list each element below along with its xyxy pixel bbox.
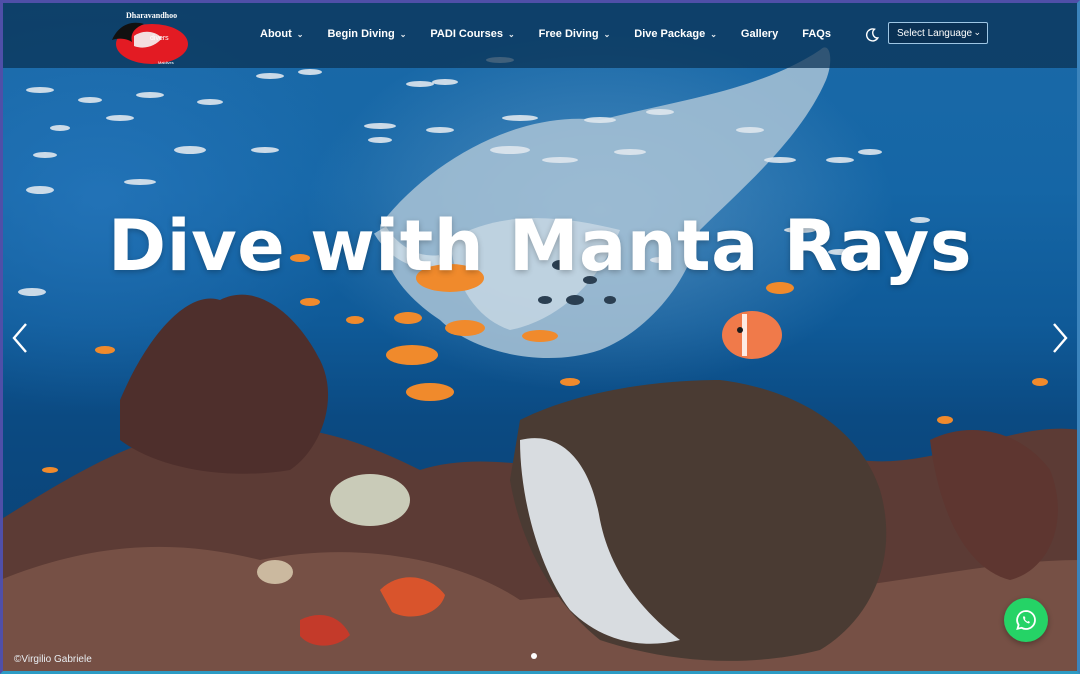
manta-ray-graphic bbox=[373, 47, 831, 359]
logo-bottom-text: Maldives bbox=[158, 60, 174, 65]
slider-prev-button[interactable] bbox=[6, 318, 36, 358]
main-nav: About ⌄ Begin Diving ⌄ PADI Courses ⌄ Fr… bbox=[260, 0, 855, 68]
chevron-down-icon: ⌄ bbox=[603, 29, 611, 39]
photo-credit: ©Virgilio Gabriele bbox=[14, 654, 92, 665]
logo-mid-text: divers bbox=[150, 35, 169, 42]
hero-title: Dive with Manta Rays bbox=[108, 204, 972, 287]
site-logo[interactable]: Dharavandhoo divers Maldives bbox=[104, 8, 196, 66]
nav-label: Dive Package bbox=[634, 28, 706, 40]
logo-top-text: Dharavandhoo bbox=[126, 11, 177, 20]
nav-item-dive-package[interactable]: Dive Package ⌄ bbox=[634, 28, 717, 40]
chevron-down-icon: ⌄ bbox=[710, 29, 717, 39]
nav-item-begin-diving[interactable]: Begin Diving ⌄ bbox=[327, 28, 406, 40]
language-select-label: Select Language bbox=[897, 27, 973, 39]
chevron-down-icon: ⌄ bbox=[399, 29, 407, 39]
slider-next-button[interactable] bbox=[1044, 318, 1074, 358]
nav-label: About bbox=[260, 28, 292, 40]
nav-label: Gallery bbox=[740, 28, 779, 40]
slider-dot-active[interactable] bbox=[531, 653, 537, 659]
nav-item-padi-courses[interactable]: PADI Courses ⌄ bbox=[430, 28, 514, 40]
navbar: Dharavandhoo divers Maldives About ⌄ Beg… bbox=[0, 0, 1080, 68]
nav-item-gallery[interactable]: Gallery bbox=[741, 28, 778, 40]
nav-label: FAQs bbox=[802, 28, 831, 40]
whatsapp-icon bbox=[1016, 610, 1036, 631]
clownfish bbox=[722, 311, 782, 359]
underwater-scene bbox=[0, 47, 1080, 674]
chevron-left-icon bbox=[12, 323, 27, 353]
nav-item-free-diving[interactable]: Free Diving ⌄ bbox=[539, 28, 611, 40]
nav-label: PADI Courses bbox=[430, 28, 503, 40]
moon-icon[interactable] bbox=[864, 27, 880, 43]
language-select[interactable]: Select Language ⌄ bbox=[888, 22, 988, 44]
chevron-down-icon: ⌄ bbox=[296, 29, 304, 39]
hero-slider bbox=[0, 0, 1080, 674]
nav-label: Free Diving bbox=[538, 28, 599, 40]
chevron-right-icon bbox=[1053, 323, 1068, 353]
nav-item-faqs[interactable]: FAQs bbox=[802, 28, 831, 40]
chevron-down-icon: ⌄ bbox=[973, 27, 981, 37]
nav-label: Begin Diving bbox=[327, 28, 395, 40]
logo-graphic: Dharavandhoo divers Maldives bbox=[112, 11, 188, 65]
nav-item-about[interactable]: About ⌄ bbox=[260, 28, 303, 40]
whatsapp-button[interactable] bbox=[1004, 598, 1048, 642]
chevron-down-icon: ⌄ bbox=[507, 29, 515, 39]
